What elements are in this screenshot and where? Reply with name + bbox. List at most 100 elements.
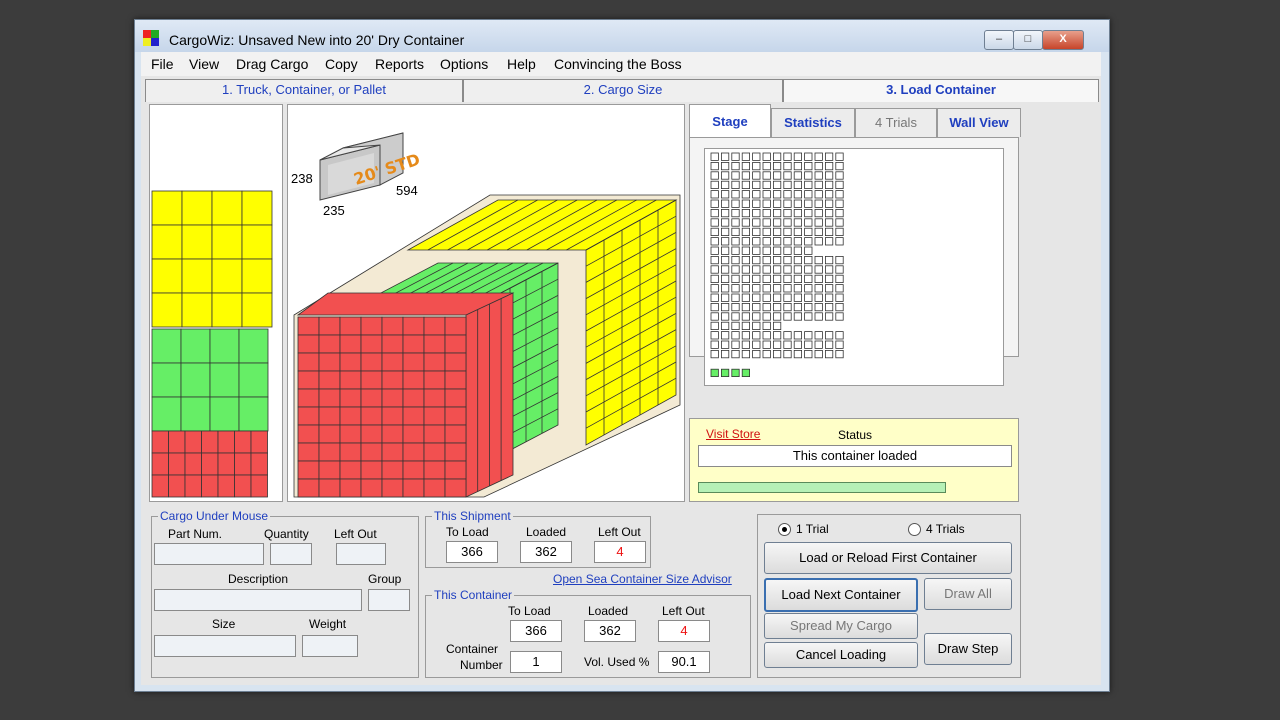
cargo-box-yellow: [181, 224, 213, 260]
window-title: CargoWiz: Unsaved New into 20' Dry Conta…: [169, 32, 465, 48]
cargo-box-red: [339, 424, 362, 444]
tab-cargo-size[interactable]: 2. Cargo Size: [463, 79, 783, 102]
menu-reports[interactable]: Reports: [375, 56, 424, 72]
tab-stage[interactable]: Stage: [689, 104, 771, 138]
size-field: [154, 635, 296, 657]
cargo-box-red: [201, 430, 219, 454]
spread-my-cargo-button[interactable]: Spread My Cargo: [764, 613, 918, 639]
cargo-box-yellow: [151, 190, 183, 226]
stage-cell: [804, 180, 813, 190]
tab-4-trials[interactable]: 4 Trials: [855, 108, 937, 137]
title-bar[interactable]: CargoWiz: Unsaved New into 20' Dry Conta…: [135, 20, 1109, 52]
container-loaded-value: 362: [584, 620, 636, 642]
cargo-box-red: [318, 406, 341, 426]
menu-options[interactable]: Options: [440, 56, 488, 72]
stage-cell: [825, 293, 834, 302]
stage-cell: [710, 161, 719, 171]
stage-cell: [783, 293, 792, 302]
menu-view[interactable]: View: [189, 56, 219, 72]
stage-cell: [804, 349, 813, 359]
stage-cell: [773, 349, 782, 359]
stage-cell: [731, 190, 740, 199]
load-next-container-button[interactable]: Load Next Container: [764, 578, 918, 612]
stage-cell: [741, 302, 751, 312]
four-trials-radio[interactable]: [908, 523, 921, 536]
this-shipment-title: This Shipment: [432, 509, 513, 523]
stage-cell: [835, 312, 844, 321]
minimize-button[interactable]: –: [984, 30, 1014, 50]
app-icon: [143, 30, 159, 46]
maximize-button[interactable]: □: [1013, 30, 1043, 50]
stage-cell: [814, 180, 823, 190]
right-tab-area: Stage Statistics 4 Trials Wall View: [689, 104, 1021, 386]
cargo-box-yellow: [241, 224, 273, 260]
stage-cell: [783, 312, 792, 321]
cargo-box-red: [297, 388, 320, 408]
stage-cell: [741, 321, 751, 330]
weight-field: [302, 635, 358, 657]
stage-cell: [835, 302, 844, 312]
menu-copy[interactable]: Copy: [325, 56, 358, 72]
stage-cell: [741, 256, 751, 265]
cargo-box-red: [381, 478, 404, 498]
stage-cell: [825, 218, 834, 227]
draw-step-button[interactable]: Draw Step: [924, 633, 1012, 665]
tab-truck-container[interactable]: 1. Truck, Container, or Pallet: [145, 79, 463, 102]
stage-cell: [710, 180, 719, 190]
stage-cell: [835, 349, 844, 359]
stage-cell: [814, 256, 823, 265]
stage-cell: [814, 302, 823, 312]
stage-cell: [762, 152, 771, 161]
tab-wall-view[interactable]: Wall View: [937, 108, 1021, 137]
sea-container-advisor-link[interactable]: Open Sea Container Size Advisor: [553, 572, 732, 586]
cargo-box-red: [168, 474, 186, 498]
one-trial-radio[interactable]: [778, 523, 791, 536]
stage-cell: [825, 331, 834, 340]
cargo-box-red: [217, 474, 235, 498]
stage-cell: [710, 265, 719, 274]
menu-file[interactable]: File: [151, 56, 174, 72]
stage-cell: [731, 218, 740, 227]
number-label: Number: [460, 658, 503, 672]
stage-cell: [814, 227, 823, 236]
stage-cell: [814, 171, 823, 180]
cargo-box-red: [339, 370, 362, 390]
close-button[interactable]: X: [1042, 30, 1084, 50]
stage-cell: [720, 246, 730, 255]
status-panel: Visit Store Status This container loaded: [689, 418, 1019, 502]
cargo-box-red: [234, 452, 252, 476]
draw-all-button[interactable]: Draw All: [924, 578, 1012, 610]
stage-cell: [741, 237, 751, 246]
stage-cell: [825, 284, 834, 293]
menu-convincing-the-boss[interactable]: Convincing the Boss: [554, 56, 682, 72]
cargo-box-red: [297, 460, 320, 480]
tab-load-container[interactable]: 3. Load Container: [783, 79, 1099, 102]
stage-cell: [773, 152, 782, 161]
cancel-loading-button[interactable]: Cancel Loading: [764, 642, 918, 668]
stage-cell: [731, 256, 740, 265]
cargo-box-green: [151, 362, 182, 398]
stage-cell: [710, 331, 719, 340]
cargo-box-green: [238, 328, 269, 364]
shipment-loaded-label: Loaded: [526, 525, 567, 539]
visit-store-link[interactable]: Visit Store: [706, 427, 760, 441]
stage-cell: [804, 209, 813, 218]
cargo-box-red: [339, 478, 362, 498]
stage-cell: [762, 321, 771, 330]
stage-cell: [804, 218, 813, 227]
cargo-box-red: [297, 352, 320, 372]
menu-drag-cargo[interactable]: Drag Cargo: [236, 56, 308, 72]
stage-cell: [783, 152, 792, 161]
cargo-box-red: [297, 334, 320, 354]
stage-cell: [710, 209, 719, 218]
tab-statistics[interactable]: Statistics: [771, 108, 855, 137]
menu-help[interactable]: Help: [507, 56, 536, 72]
load-first-container-button[interactable]: Load or Reload First Container: [764, 542, 1012, 574]
stage-cell: [762, 180, 771, 190]
dim-height: 238: [291, 171, 313, 186]
stage-cell: [752, 312, 761, 321]
cargo-box-red: [360, 388, 383, 408]
cargo-box-red: [360, 478, 383, 498]
stage-cell: [783, 256, 792, 265]
cargo-box-red: [423, 370, 446, 390]
